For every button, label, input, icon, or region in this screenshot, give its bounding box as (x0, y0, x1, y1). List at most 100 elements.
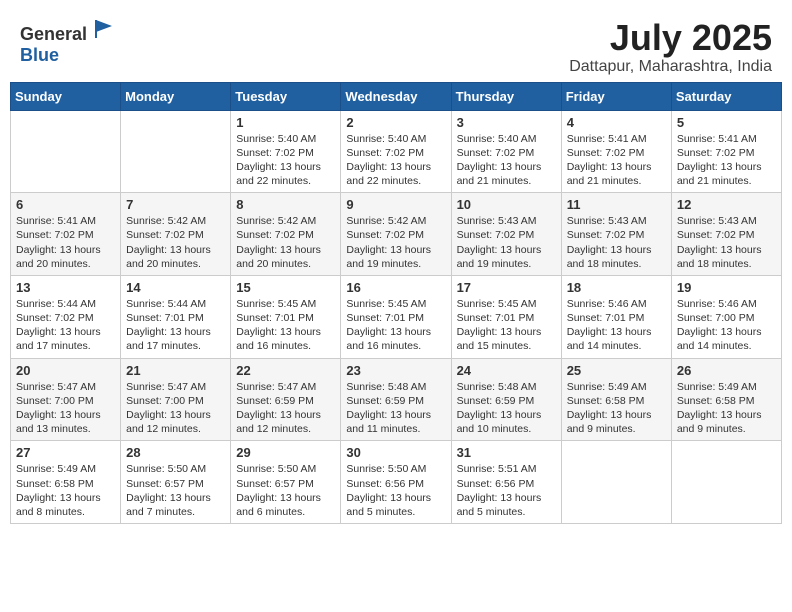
cell-info: Sunrise: 5:40 AMSunset: 7:02 PMDaylight:… (457, 132, 556, 189)
day-number: 4 (567, 115, 666, 130)
cell-info: Sunrise: 5:49 AMSunset: 6:58 PMDaylight:… (677, 380, 776, 437)
day-number: 6 (16, 197, 115, 212)
calendar-cell (561, 441, 671, 524)
day-number: 1 (236, 115, 335, 130)
cell-info: Sunrise: 5:47 AMSunset: 7:00 PMDaylight:… (16, 380, 115, 437)
logo-flag-icon (94, 18, 116, 40)
calendar-cell: 15 Sunrise: 5:45 AMSunset: 7:01 PMDaylig… (231, 275, 341, 358)
cell-info: Sunrise: 5:48 AMSunset: 6:59 PMDaylight:… (457, 380, 556, 437)
cell-info: Sunrise: 5:48 AMSunset: 6:59 PMDaylight:… (346, 380, 445, 437)
calendar-cell: 29 Sunrise: 5:50 AMSunset: 6:57 PMDaylig… (231, 441, 341, 524)
day-number: 3 (457, 115, 556, 130)
day-number: 19 (677, 280, 776, 295)
calendar-cell: 17 Sunrise: 5:45 AMSunset: 7:01 PMDaylig… (451, 275, 561, 358)
day-number: 14 (126, 280, 225, 295)
calendar-cell: 31 Sunrise: 5:51 AMSunset: 6:56 PMDaylig… (451, 441, 561, 524)
header-row: Sunday Monday Tuesday Wednesday Thursday… (11, 82, 782, 110)
calendar-cell: 22 Sunrise: 5:47 AMSunset: 6:59 PMDaylig… (231, 358, 341, 441)
day-number: 17 (457, 280, 556, 295)
day-number: 24 (457, 363, 556, 378)
day-number: 25 (567, 363, 666, 378)
calendar-cell: 3 Sunrise: 5:40 AMSunset: 7:02 PMDayligh… (451, 110, 561, 193)
calendar-cell: 12 Sunrise: 5:43 AMSunset: 7:02 PMDaylig… (671, 193, 781, 276)
week-row-5: 27 Sunrise: 5:49 AMSunset: 6:58 PMDaylig… (11, 441, 782, 524)
location-title: Dattapur, Maharashtra, India (569, 58, 772, 76)
day-number: 26 (677, 363, 776, 378)
week-row-3: 13 Sunrise: 5:44 AMSunset: 7:02 PMDaylig… (11, 275, 782, 358)
day-number: 30 (346, 445, 445, 460)
cell-info: Sunrise: 5:40 AMSunset: 7:02 PMDaylight:… (236, 132, 335, 189)
col-friday: Friday (561, 82, 671, 110)
day-number: 12 (677, 197, 776, 212)
col-monday: Monday (121, 82, 231, 110)
day-number: 9 (346, 197, 445, 212)
calendar-cell: 2 Sunrise: 5:40 AMSunset: 7:02 PMDayligh… (341, 110, 451, 193)
day-number: 22 (236, 363, 335, 378)
cell-info: Sunrise: 5:46 AMSunset: 7:01 PMDaylight:… (567, 297, 666, 354)
cell-info: Sunrise: 5:50 AMSunset: 6:57 PMDaylight:… (236, 462, 335, 519)
calendar-cell (671, 441, 781, 524)
day-number: 5 (677, 115, 776, 130)
day-number: 2 (346, 115, 445, 130)
calendar-cell: 16 Sunrise: 5:45 AMSunset: 7:01 PMDaylig… (341, 275, 451, 358)
calendar-cell: 1 Sunrise: 5:40 AMSunset: 7:02 PMDayligh… (231, 110, 341, 193)
day-number: 8 (236, 197, 335, 212)
cell-info: Sunrise: 5:45 AMSunset: 7:01 PMDaylight:… (236, 297, 335, 354)
day-number: 13 (16, 280, 115, 295)
day-number: 7 (126, 197, 225, 212)
calendar-cell: 27 Sunrise: 5:49 AMSunset: 6:58 PMDaylig… (11, 441, 121, 524)
cell-info: Sunrise: 5:43 AMSunset: 7:02 PMDaylight:… (567, 214, 666, 271)
calendar: Sunday Monday Tuesday Wednesday Thursday… (10, 82, 782, 524)
logo-blue: Blue (20, 45, 59, 65)
calendar-cell: 19 Sunrise: 5:46 AMSunset: 7:00 PMDaylig… (671, 275, 781, 358)
calendar-cell: 23 Sunrise: 5:48 AMSunset: 6:59 PMDaylig… (341, 358, 451, 441)
cell-info: Sunrise: 5:47 AMSunset: 7:00 PMDaylight:… (126, 380, 225, 437)
cell-info: Sunrise: 5:41 AMSunset: 7:02 PMDaylight:… (677, 132, 776, 189)
cell-info: Sunrise: 5:45 AMSunset: 7:01 PMDaylight:… (346, 297, 445, 354)
cell-info: Sunrise: 5:43 AMSunset: 7:02 PMDaylight:… (677, 214, 776, 271)
calendar-cell: 20 Sunrise: 5:47 AMSunset: 7:00 PMDaylig… (11, 358, 121, 441)
col-wednesday: Wednesday (341, 82, 451, 110)
calendar-cell: 8 Sunrise: 5:42 AMSunset: 7:02 PMDayligh… (231, 193, 341, 276)
calendar-cell: 11 Sunrise: 5:43 AMSunset: 7:02 PMDaylig… (561, 193, 671, 276)
cell-info: Sunrise: 5:44 AMSunset: 7:01 PMDaylight:… (126, 297, 225, 354)
cell-info: Sunrise: 5:42 AMSunset: 7:02 PMDaylight:… (346, 214, 445, 271)
logo: General Blue (20, 18, 116, 66)
day-number: 11 (567, 197, 666, 212)
calendar-cell (11, 110, 121, 193)
cell-info: Sunrise: 5:40 AMSunset: 7:02 PMDaylight:… (346, 132, 445, 189)
day-number: 21 (126, 363, 225, 378)
cell-info: Sunrise: 5:43 AMSunset: 7:02 PMDaylight:… (457, 214, 556, 271)
calendar-cell: 28 Sunrise: 5:50 AMSunset: 6:57 PMDaylig… (121, 441, 231, 524)
day-number: 20 (16, 363, 115, 378)
col-saturday: Saturday (671, 82, 781, 110)
day-number: 23 (346, 363, 445, 378)
calendar-cell: 25 Sunrise: 5:49 AMSunset: 6:58 PMDaylig… (561, 358, 671, 441)
week-row-4: 20 Sunrise: 5:47 AMSunset: 7:00 PMDaylig… (11, 358, 782, 441)
cell-info: Sunrise: 5:50 AMSunset: 6:57 PMDaylight:… (126, 462, 225, 519)
calendar-cell: 14 Sunrise: 5:44 AMSunset: 7:01 PMDaylig… (121, 275, 231, 358)
calendar-cell: 9 Sunrise: 5:42 AMSunset: 7:02 PMDayligh… (341, 193, 451, 276)
cell-info: Sunrise: 5:44 AMSunset: 7:02 PMDaylight:… (16, 297, 115, 354)
calendar-cell: 6 Sunrise: 5:41 AMSunset: 7:02 PMDayligh… (11, 193, 121, 276)
col-sunday: Sunday (11, 82, 121, 110)
day-number: 16 (346, 280, 445, 295)
cell-info: Sunrise: 5:47 AMSunset: 6:59 PMDaylight:… (236, 380, 335, 437)
month-title: July 2025 (569, 18, 772, 58)
cell-info: Sunrise: 5:49 AMSunset: 6:58 PMDaylight:… (16, 462, 115, 519)
week-row-1: 1 Sunrise: 5:40 AMSunset: 7:02 PMDayligh… (11, 110, 782, 193)
header: General Blue July 2025 Dattapur, Maharas… (10, 10, 782, 82)
cell-info: Sunrise: 5:46 AMSunset: 7:00 PMDaylight:… (677, 297, 776, 354)
calendar-cell: 10 Sunrise: 5:43 AMSunset: 7:02 PMDaylig… (451, 193, 561, 276)
day-number: 31 (457, 445, 556, 460)
calendar-cell: 26 Sunrise: 5:49 AMSunset: 6:58 PMDaylig… (671, 358, 781, 441)
cell-info: Sunrise: 5:45 AMSunset: 7:01 PMDaylight:… (457, 297, 556, 354)
title-area: July 2025 Dattapur, Maharashtra, India (569, 18, 772, 76)
day-number: 10 (457, 197, 556, 212)
calendar-cell: 5 Sunrise: 5:41 AMSunset: 7:02 PMDayligh… (671, 110, 781, 193)
calendar-cell: 4 Sunrise: 5:41 AMSunset: 7:02 PMDayligh… (561, 110, 671, 193)
calendar-cell: 24 Sunrise: 5:48 AMSunset: 6:59 PMDaylig… (451, 358, 561, 441)
calendar-cell: 13 Sunrise: 5:44 AMSunset: 7:02 PMDaylig… (11, 275, 121, 358)
cell-info: Sunrise: 5:41 AMSunset: 7:02 PMDaylight:… (16, 214, 115, 271)
day-number: 27 (16, 445, 115, 460)
